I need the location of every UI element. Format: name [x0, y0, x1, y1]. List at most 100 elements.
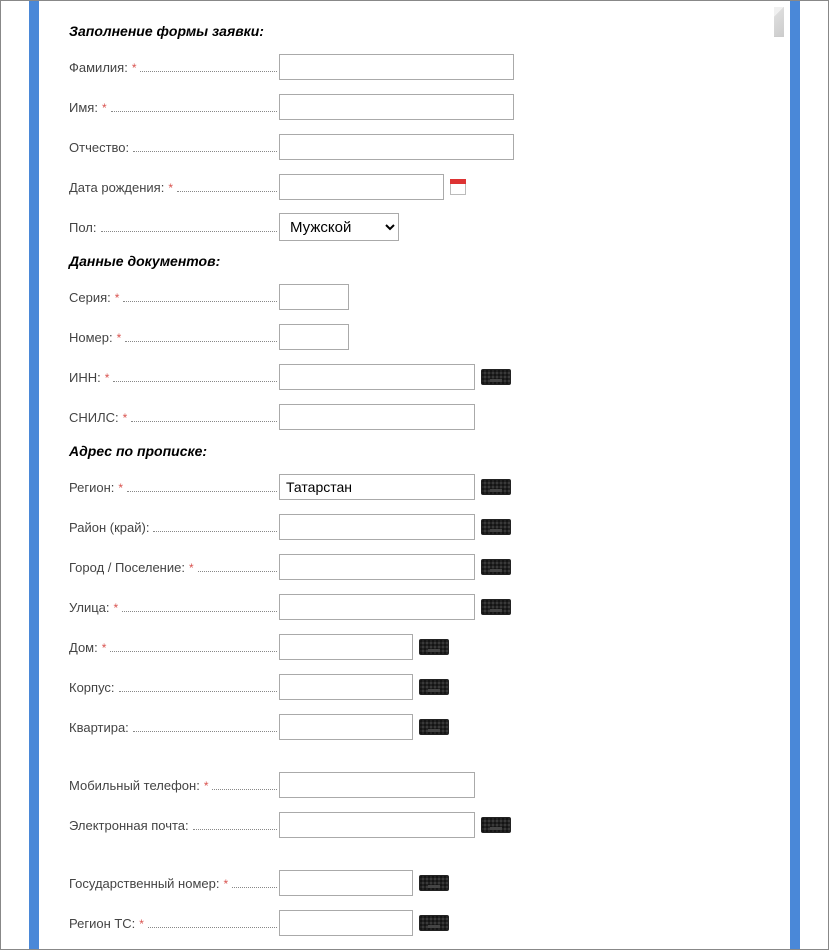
row-street: Улица: * — [69, 593, 760, 621]
label-building: Корпус: — [69, 680, 115, 695]
label-gender: Пол: — [69, 220, 97, 235]
label-dots — [212, 789, 277, 790]
label-dots — [148, 927, 277, 928]
birthdate-input[interactable] — [279, 174, 444, 200]
row-number: Номер: * — [69, 323, 760, 351]
left-rail — [29, 1, 39, 949]
required-mark: * — [102, 101, 107, 115]
apartment-input[interactable] — [279, 714, 413, 740]
required-mark: * — [118, 481, 123, 495]
number-input[interactable] — [279, 324, 349, 350]
row-patronymic: Отчество: — [69, 133, 760, 161]
lastname-input[interactable] — [279, 54, 514, 80]
label-dots — [131, 421, 277, 422]
required-mark: * — [168, 181, 173, 195]
required-mark: * — [123, 411, 128, 425]
row-series: Серия: * — [69, 283, 760, 311]
required-mark: * — [115, 291, 120, 305]
label-city: Город / Поселение: — [69, 560, 185, 575]
inn-input[interactable] — [279, 364, 475, 390]
series-input[interactable] — [279, 284, 349, 310]
required-mark: * — [105, 371, 110, 385]
keyboard-icon[interactable] — [419, 719, 449, 735]
label-dots — [140, 71, 277, 72]
label-series: Серия: — [69, 290, 111, 305]
required-mark: * — [204, 779, 209, 793]
label-house: Дом: — [69, 640, 98, 655]
row-district: Район (край): — [69, 513, 760, 541]
required-mark: * — [117, 331, 122, 345]
keyboard-icon[interactable] — [481, 599, 511, 615]
street-input[interactable] — [279, 594, 475, 620]
house-input[interactable] — [279, 634, 413, 660]
gosnomer-input[interactable] — [279, 870, 413, 896]
district-input[interactable] — [279, 514, 475, 540]
label-dots — [122, 611, 277, 612]
section-title-documents: Данные документов: — [69, 253, 760, 269]
building-input[interactable] — [279, 674, 413, 700]
mobile-input[interactable] — [279, 772, 475, 798]
row-apartment: Квартира: — [69, 713, 760, 741]
label-dots — [232, 887, 277, 888]
keyboard-icon[interactable] — [419, 679, 449, 695]
label-dots — [101, 231, 278, 232]
required-mark: * — [114, 601, 119, 615]
city-input[interactable] — [279, 554, 475, 580]
keyboard-icon[interactable] — [481, 559, 511, 575]
row-building: Корпус: — [69, 673, 760, 701]
label-dots — [110, 651, 277, 652]
label-lastname: Фамилия: — [69, 60, 128, 75]
label-dots — [125, 341, 277, 342]
keyboard-icon[interactable] — [481, 479, 511, 495]
required-mark: * — [102, 641, 107, 655]
label-dots — [153, 531, 277, 532]
keyboard-icon[interactable] — [419, 639, 449, 655]
label-number: Номер: — [69, 330, 113, 345]
required-mark: * — [189, 561, 194, 575]
label-gosnomer: Государственный номер: — [69, 876, 219, 891]
label-mobile: Мобильный телефон: — [69, 778, 200, 793]
section-title-application: Заполнение формы заявки: — [69, 23, 760, 39]
keyboard-icon[interactable] — [419, 915, 449, 931]
label-dots — [127, 491, 277, 492]
row-gender: Пол: Мужской — [69, 213, 760, 241]
label-dots — [113, 381, 277, 382]
row-inn: ИНН: * — [69, 363, 760, 391]
email-input[interactable] — [279, 812, 475, 838]
regionts-input[interactable] — [279, 910, 413, 936]
calendar-icon[interactable] — [450, 179, 466, 195]
row-firstname: Имя: * — [69, 93, 760, 121]
snils-input[interactable] — [279, 404, 475, 430]
section-title-address: Адрес по прописке: — [69, 443, 760, 459]
gender-select[interactable]: Мужской — [279, 213, 399, 241]
label-inn: ИНН: — [69, 370, 101, 385]
label-firstname: Имя: — [69, 100, 98, 115]
spacer — [69, 851, 760, 869]
keyboard-icon[interactable] — [481, 369, 511, 385]
label-regionts: Регион ТС: — [69, 916, 135, 931]
keyboard-icon[interactable] — [481, 519, 511, 535]
label-dots — [193, 829, 277, 830]
required-mark: * — [132, 61, 137, 75]
label-dots — [177, 191, 277, 192]
row-region: Регион: * — [69, 473, 760, 501]
firstname-input[interactable] — [279, 94, 514, 120]
label-dots — [111, 111, 277, 112]
label-region: Регион: — [69, 480, 114, 495]
patronymic-input[interactable] — [279, 134, 514, 160]
label-dots — [119, 691, 277, 692]
row-snils: СНИЛС: * — [69, 403, 760, 431]
keyboard-icon[interactable] — [419, 875, 449, 891]
row-email: Электронная почта: — [69, 811, 760, 839]
label-dots — [198, 571, 277, 572]
region-input[interactable] — [279, 474, 475, 500]
label-snils: СНИЛС: — [69, 410, 119, 425]
label-district: Район (край): — [69, 520, 149, 535]
required-mark: * — [223, 877, 228, 891]
required-mark: * — [139, 917, 144, 931]
label-email: Электронная почта: — [69, 818, 189, 833]
row-regionts: Регион ТС: * — [69, 909, 760, 937]
keyboard-icon[interactable] — [481, 817, 511, 833]
row-mobile: Мобильный телефон: * — [69, 771, 760, 799]
spacer — [69, 753, 760, 771]
